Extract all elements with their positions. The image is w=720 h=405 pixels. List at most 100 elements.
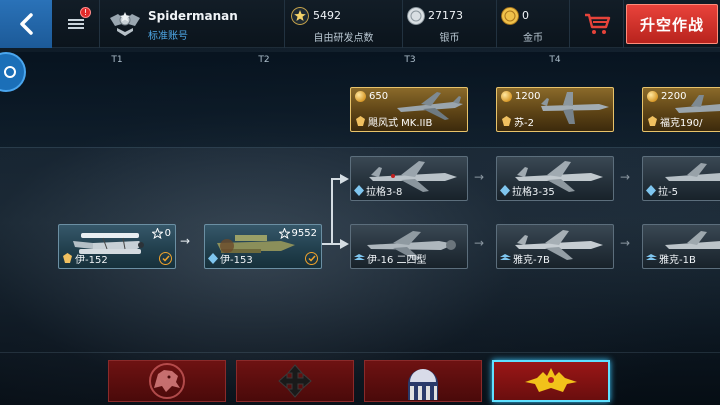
rank-icon: [500, 185, 510, 196]
rank-icon: [356, 116, 365, 126]
rank-emblem-icon: [110, 12, 140, 36]
notification-badge: !: [80, 7, 91, 18]
nation-tab-germany[interactable]: [236, 360, 354, 402]
silver-label: 银币: [439, 33, 460, 44]
star-icon: [151, 228, 163, 239]
owned-check-icon: [159, 252, 172, 265]
tier-label: T4: [549, 55, 561, 65]
rank-icon: [648, 116, 657, 126]
arrow-right-icon: →: [620, 236, 631, 250]
price: 2200: [661, 91, 687, 102]
menu-button[interactable]: !: [52, 0, 100, 48]
research-cost-value: 9552: [291, 228, 317, 239]
arrow-right-icon: →: [180, 234, 191, 248]
gold-coin-icon: [501, 91, 512, 102]
price-tag: 2200: [647, 91, 686, 102]
aircraft-card[interactable]: 雅克-7B: [496, 224, 614, 269]
silver-coin-icon: [407, 7, 425, 25]
aircraft-name-label: 拉格3-35: [512, 187, 555, 198]
gold-stat: 0 金币: [497, 0, 570, 48]
top-bar: ! Spidermanan 标准账号 5492 自由研发点数 27173 银币: [0, 0, 720, 48]
aircraft-name-label: 拉格3-8: [366, 187, 403, 198]
aircraft-name-label: 飓风式 MK.IIB: [368, 118, 433, 129]
silver-stat: 27173 银币: [403, 0, 497, 48]
gold-value: 0: [522, 9, 529, 22]
connector-line: [331, 178, 333, 245]
aircraft-name: 拉格3-35: [500, 183, 555, 198]
research-points-stat: 5492 自由研发点数: [285, 0, 403, 48]
price: 650: [369, 91, 389, 102]
ussr-emblem-icon: [525, 368, 577, 392]
gold-coin-icon: [355, 91, 366, 102]
aircraft-name: 伊-16 二四型: [354, 251, 427, 266]
tier-label: T1: [111, 55, 123, 65]
aircraft-name-label: 福克190/: [660, 118, 703, 129]
arrow-head-icon: [340, 239, 349, 249]
aircraft-card[interactable]: 雅克-1B: [642, 224, 720, 269]
rank-icon: [208, 253, 218, 264]
premium-aircraft-card[interactable]: 650 飓风式 MK.IIB: [350, 87, 468, 132]
aircraft-name: 苏-2: [501, 114, 534, 129]
arrow-right-icon: →: [474, 170, 485, 184]
aircraft-name: 拉-5: [646, 183, 678, 198]
aircraft-name: 雅克-7B: [500, 251, 550, 266]
aircraft-name-label: 苏-2: [514, 118, 534, 129]
shield-emblem-icon: [408, 369, 438, 400]
aircraft-card[interactable]: 0 伊-152: [58, 224, 176, 269]
research-cost: 9552: [278, 228, 317, 239]
aircraft-name-label: 伊-152: [75, 255, 108, 266]
aircraft-card[interactable]: 9552 伊-153: [204, 224, 322, 269]
gold-coin-icon: [647, 91, 658, 102]
nation-tab-usa[interactable]: [364, 360, 482, 402]
chevron-left-icon: [20, 13, 33, 35]
research-points-value: 5492: [313, 9, 341, 22]
arrow-right-icon: →: [474, 236, 485, 250]
menu-icon: [67, 19, 84, 29]
aircraft-card[interactable]: 拉格3-8: [350, 156, 468, 201]
aircraft-name: 伊-152: [62, 251, 108, 266]
back-button[interactable]: [0, 0, 52, 48]
research-cost-value: 0: [164, 228, 171, 239]
price-tag: 650: [355, 91, 388, 102]
lion-emblem-icon: [149, 363, 185, 399]
tier-label: T3: [404, 55, 416, 65]
price-tag: 1200: [501, 91, 540, 102]
aircraft-name: 福克190/: [647, 114, 702, 129]
cart-icon: [584, 13, 610, 34]
rank-icon: [354, 185, 364, 196]
aircraft-card[interactable]: 拉格3-35: [496, 156, 614, 201]
owned-check-icon: [305, 252, 318, 265]
rank-icon: [646, 185, 656, 196]
divider: [0, 147, 720, 148]
username: Spidermanan: [148, 9, 238, 23]
aircraft-name-label: 伊-153: [220, 255, 253, 266]
player-profile[interactable]: Spidermanan 标准账号: [100, 0, 285, 48]
arrow-right-icon: →: [620, 170, 631, 184]
aircraft-name: 飓风式 MK.IIB: [355, 114, 432, 129]
rank-icon: [63, 253, 72, 263]
nation-tab-ussr[interactable]: [492, 360, 610, 402]
nation-tab-britain[interactable]: [108, 360, 226, 402]
rank-icon: [354, 254, 365, 260]
research-cost: 0: [151, 228, 171, 239]
arrow-head-icon: [340, 174, 349, 184]
price: 1200: [515, 91, 541, 102]
aircraft-name-label: 拉-5: [658, 187, 678, 198]
aircraft-name-label: 雅克-7B: [513, 255, 550, 266]
tier-label: T2: [258, 55, 270, 65]
aircraft-card[interactable]: 拉-5: [642, 156, 720, 201]
plane-icon: [541, 92, 609, 124]
rank-icon: [646, 254, 657, 260]
sortie-button[interactable]: 升空作战: [626, 4, 718, 44]
divider: [0, 352, 720, 353]
aircraft-name: 雅克-1B: [646, 251, 696, 266]
shop-button[interactable]: [570, 0, 624, 48]
premium-aircraft-card[interactable]: 1200 苏-2: [496, 87, 614, 132]
aircraft-card[interactable]: 伊-16 二四型: [350, 224, 468, 269]
gold-coin-icon: [501, 7, 519, 25]
aircraft-name: 伊-153: [208, 251, 253, 266]
premium-aircraft-card[interactable]: 2200 福克190/: [642, 87, 720, 132]
aircraft-name: 拉格3-8: [354, 183, 402, 198]
research-points-label: 自由研发点数: [313, 33, 374, 44]
star-icon: [291, 7, 309, 25]
